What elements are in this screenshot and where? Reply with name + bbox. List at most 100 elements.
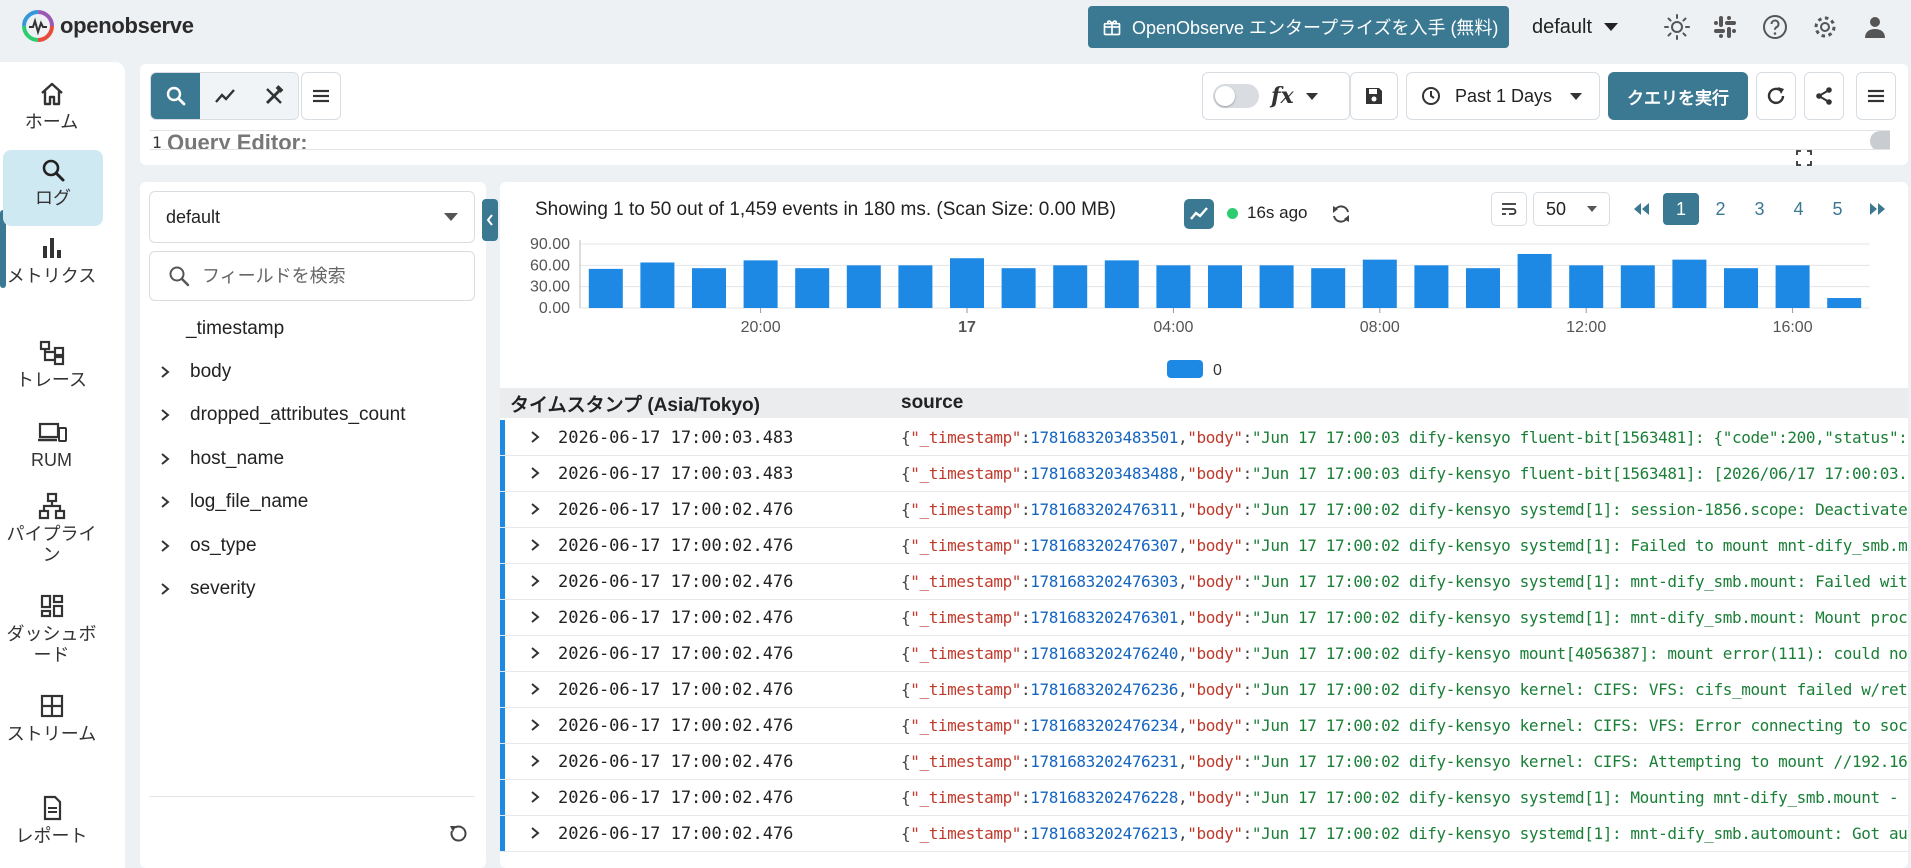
save-query-button[interactable]	[1350, 72, 1398, 120]
get-enterprise-button[interactable]: OpenObserve エンタープライズを入手 (無料)	[1088, 6, 1509, 48]
histogram-bar[interactable]	[743, 260, 778, 308]
histogram-bar[interactable]	[1053, 265, 1088, 308]
stream-selector[interactable]: default	[149, 191, 475, 243]
log-row[interactable]: 2026-06-17 17:00:02.476 {"_timestamp":178…	[500, 816, 1908, 852]
chevron-right-icon[interactable]	[530, 790, 540, 804]
field-item[interactable]: body	[160, 357, 231, 387]
page-button[interactable]: 1	[1663, 193, 1699, 225]
log-row[interactable]: 2026-06-17 17:00:02.476 {"_timestamp":178…	[500, 744, 1908, 780]
more-menu-button[interactable]	[1856, 72, 1896, 120]
log-row[interactable]: 2026-06-17 17:00:02.476 {"_timestamp":178…	[500, 672, 1908, 708]
histogram-bar[interactable]	[950, 258, 984, 308]
nav-dashboards[interactable]: ダッシュボード	[0, 592, 103, 666]
chevron-right-icon[interactable]	[160, 365, 170, 379]
field-item[interactable]: _timestamp	[186, 314, 284, 344]
histogram-bar[interactable]	[1362, 259, 1397, 308]
histogram-bar[interactable]	[1569, 265, 1604, 308]
log-row[interactable]: 2026-06-17 17:00:02.476 {"_timestamp":178…	[500, 600, 1908, 636]
page-size-selector[interactable]: 50	[1533, 192, 1610, 226]
page-button[interactable]: 5	[1818, 193, 1857, 225]
histogram-bar[interactable]	[898, 265, 933, 308]
col-header-source[interactable]: source	[901, 392, 963, 414]
nav-metrics[interactable]: メトリクス	[0, 234, 103, 287]
histogram-bar[interactable]	[846, 265, 881, 308]
log-row[interactable]: 2026-06-17 17:00:02.476 {"_timestamp":178…	[500, 636, 1908, 672]
histogram-bar[interactable]	[1466, 268, 1500, 308]
histogram-bar[interactable]	[1724, 268, 1758, 308]
chevron-right-icon[interactable]	[160, 539, 170, 553]
nav-streams[interactable]: ストリーム	[0, 692, 103, 745]
theme-sun-icon[interactable]	[1663, 13, 1691, 41]
collapse-sidebar-button[interactable]	[482, 199, 498, 241]
histogram-bar[interactable]	[1775, 265, 1810, 308]
histogram-toggle-button[interactable]	[1184, 199, 1214, 229]
time-range-picker[interactable]: Past 1 Days	[1406, 72, 1600, 120]
chevron-right-icon[interactable]	[530, 466, 540, 480]
brand-logo[interactable]: openobserve	[22, 10, 194, 42]
field-item[interactable]: os_type	[160, 531, 257, 561]
search-mode-button[interactable]	[151, 73, 200, 119]
log-row[interactable]: 2026-06-17 17:00:02.476 {"_timestamp":178…	[500, 528, 1908, 564]
reset-fields-icon[interactable]	[446, 822, 470, 846]
histogram-bar[interactable]	[588, 268, 623, 308]
query-editor[interactable]: 1 Query Editor:	[150, 130, 1890, 150]
field-item[interactable]: severity	[160, 574, 255, 604]
histogram-bar[interactable]	[1311, 268, 1346, 308]
log-row[interactable]: 2026-06-17 17:00:02.476 {"_timestamp":178…	[500, 708, 1908, 744]
histogram-bar[interactable]	[1156, 265, 1191, 308]
histogram-bar[interactable]	[1259, 265, 1294, 308]
fx-icon[interactable]: fx	[1271, 83, 1294, 109]
caret-down-icon[interactable]	[1305, 92, 1318, 100]
histogram-bar[interactable]	[1672, 259, 1707, 308]
histogram-bar[interactable]	[1414, 265, 1449, 308]
first-page-button[interactable]	[1622, 193, 1661, 225]
user-account-icon[interactable]	[1861, 13, 1889, 41]
page-button[interactable]: 4	[1779, 193, 1818, 225]
chevron-right-icon[interactable]	[530, 718, 540, 732]
histogram-bar[interactable]	[1104, 260, 1139, 308]
last-page-button[interactable]	[1857, 193, 1896, 225]
chevron-right-icon[interactable]	[530, 430, 540, 444]
field-item[interactable]: host_name	[160, 444, 284, 474]
log-row[interactable]: 2026-06-17 17:00:02.476 {"_timestamp":178…	[500, 564, 1908, 600]
histogram-bar[interactable]	[1827, 298, 1862, 308]
build-mode-button[interactable]	[249, 73, 298, 119]
slack-icon[interactable]	[1711, 13, 1739, 41]
histogram-bar[interactable]	[1517, 253, 1552, 308]
nav-home[interactable]: ホーム	[0, 80, 103, 133]
chevron-right-icon[interactable]	[530, 682, 540, 696]
chevron-right-icon[interactable]	[530, 610, 540, 624]
wrap-text-button[interactable]	[1491, 192, 1527, 226]
log-row[interactable]: 2026-06-17 17:00:02.476 {"_timestamp":178…	[500, 780, 1908, 816]
functions-toggle[interactable]	[1213, 84, 1259, 108]
nav-traces[interactable]: トレース	[0, 338, 103, 391]
help-icon[interactable]	[1761, 13, 1789, 41]
chevron-right-icon[interactable]	[530, 574, 540, 588]
chevron-right-icon[interactable]	[530, 754, 540, 768]
log-row[interactable]: 2026-06-17 17:00:02.476 {"_timestamp":178…	[500, 492, 1908, 528]
visualize-mode-button[interactable]	[200, 73, 249, 119]
share-link-button[interactable]	[1804, 72, 1844, 120]
field-item[interactable]: dropped_attributes_count	[160, 400, 406, 430]
field-item[interactable]: log_file_name	[160, 487, 308, 517]
nav-logs[interactable]: ログ	[3, 150, 103, 226]
chevron-right-icon[interactable]	[530, 646, 540, 660]
run-query-button[interactable]: クエリを実行	[1608, 72, 1748, 120]
chevron-right-icon[interactable]	[160, 452, 170, 466]
chevron-right-icon[interactable]	[530, 538, 540, 552]
histogram-bar[interactable]	[640, 262, 675, 308]
histogram-bar[interactable]	[1001, 268, 1036, 308]
editor-scrollbar[interactable]	[1870, 131, 1890, 149]
field-search-input[interactable]	[202, 265, 442, 287]
histogram-bar[interactable]	[795, 268, 830, 308]
org-selector[interactable]: default	[1532, 12, 1619, 42]
histogram-bar[interactable]	[1208, 265, 1242, 308]
chevron-right-icon[interactable]	[160, 495, 170, 509]
histogram-bar[interactable]	[692, 268, 726, 308]
nav-reports[interactable]: レポート	[0, 794, 103, 847]
nav-pipelines[interactable]: パイプライン	[0, 492, 103, 566]
chevron-right-icon[interactable]	[160, 582, 170, 596]
page-button[interactable]: 3	[1740, 193, 1779, 225]
chevron-right-icon[interactable]	[530, 502, 540, 516]
refresh-interval-button[interactable]	[1756, 72, 1796, 120]
